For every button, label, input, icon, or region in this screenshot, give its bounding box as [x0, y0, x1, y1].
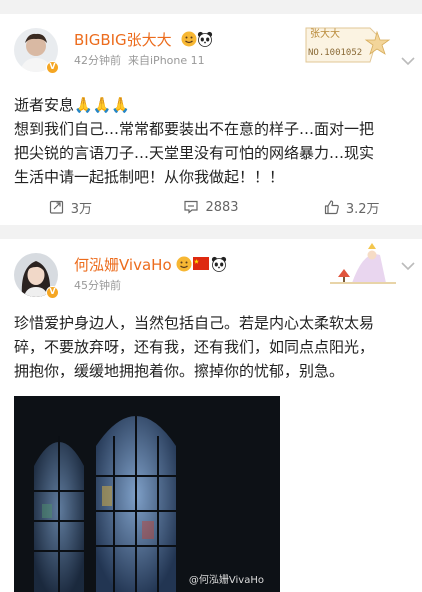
post-text: 逝者安息🙏🙏🙏 想到我们自己…常常都要装出不在意的样子…面对一把 把尖锐的言语刀…: [14, 93, 374, 189]
fan-badge[interactable]: 张大大 NO.1001052: [300, 22, 396, 66]
badge-number: NO.1001052: [308, 48, 363, 58]
post-image[interactable]: @何泓姗VivaHo: [14, 396, 280, 592]
comment-icon: [184, 200, 199, 214]
divider: [0, 225, 422, 239]
verified-icon: V: [46, 286, 59, 299]
post-text-line: 珍惜爱护身边人，当然包括自己。若是内心太柔软太易: [14, 314, 375, 332]
decor-illustration: [330, 243, 396, 284]
post-meta: 45分钟前: [74, 277, 121, 293]
post-text-line: 把尖锐的言语刀子…天堂里没有可怕的网络暴力…现实: [14, 144, 375, 162]
post-text-line: 生活中请一起抵制吧！从你我做起！！！: [14, 168, 285, 186]
post-text-line: 拥抱你，缓缓地拥抱着你。擦掉你的忧郁，别急。: [14, 362, 345, 380]
feed-post-2[interactable]: V 何泓姗VivaHo 45分钟前 珍惜爱护身边人，当然包括自己。若是内心太柔软…: [0, 239, 422, 592]
post-source: 来自iPhone 11: [128, 54, 205, 67]
post-text-line: 想到我们自己…常常都要装出不在意的样子…面对一把: [14, 120, 375, 138]
repost-icon: [49, 200, 63, 214]
chevron-down-icon[interactable]: [400, 56, 416, 66]
flag-icon: [193, 257, 209, 270]
post-text-line: 碎，不要放弃呀，还有我，还有我们，如同点点阳光，: [14, 338, 375, 356]
panda-icon: [211, 256, 227, 272]
emoji-icon: [176, 256, 192, 272]
author-name[interactable]: 何泓姗VivaHo: [74, 254, 172, 275]
panda-icon: [197, 31, 213, 47]
comment-count: 2883: [205, 199, 239, 215]
post-time: 45分钟前: [74, 279, 121, 292]
post-time: 42分钟前: [74, 54, 121, 67]
chevron-down-icon[interactable]: [400, 261, 416, 271]
like-icon: [324, 200, 339, 215]
repost-button[interactable]: 3万: [0, 189, 141, 225]
post-meta: 42分钟前 来自iPhone 11: [74, 52, 205, 68]
image-watermark: @何泓姗VivaHo: [188, 575, 264, 586]
post-text: 珍惜爱护身边人，当然包括自己。若是内心太柔软太易 碎，不要放弃呀，还有我，还有我…: [14, 311, 374, 383]
author-name[interactable]: BIGBIG张大大: [74, 29, 172, 50]
post-text-line: 逝者安息🙏🙏🙏: [14, 96, 131, 114]
repost-count: 3万: [70, 201, 92, 217]
action-bar: 3万 2883 3.2万: [0, 189, 422, 225]
feed-post-1[interactable]: V BIGBIG张大大 42分钟前 来自iPhone 11 张大大 NO.1001…: [0, 14, 422, 225]
verified-icon: V: [46, 61, 59, 74]
top-gap: [0, 0, 422, 14]
badge-name: 张大大: [310, 29, 340, 40]
like-count: 3.2万: [345, 201, 380, 217]
comment-button[interactable]: 2883: [141, 189, 282, 225]
emoji-icon: [181, 31, 197, 47]
like-button[interactable]: 3.2万: [281, 189, 422, 225]
